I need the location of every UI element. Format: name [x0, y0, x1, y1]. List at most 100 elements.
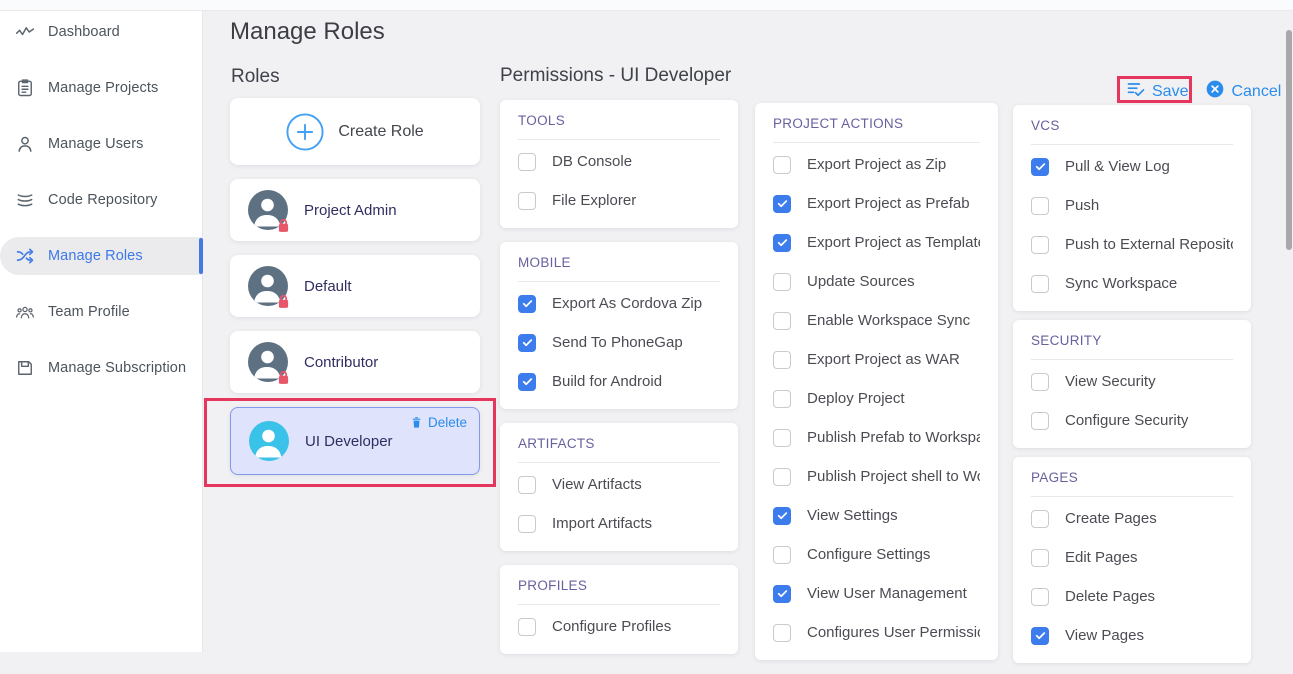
divider	[518, 139, 720, 140]
checked-checkbox[interactable]	[773, 507, 791, 525]
unchecked-checkbox[interactable]	[773, 624, 791, 642]
cancel-circle-icon	[1205, 79, 1225, 104]
permission-enable-workspace-sync[interactable]: Enable Workspace Sync	[773, 301, 980, 340]
checked-checkbox[interactable]	[518, 295, 536, 313]
unchecked-checkbox[interactable]	[1031, 549, 1049, 567]
unchecked-checkbox[interactable]	[518, 515, 536, 533]
clipboard-icon	[15, 78, 35, 98]
delete-role-label: Delete	[428, 415, 467, 430]
divider	[518, 604, 720, 605]
unchecked-checkbox[interactable]	[1031, 588, 1049, 606]
permission-view-settings[interactable]: View Settings	[773, 496, 980, 535]
permission-create-pages[interactable]: Create Pages	[1031, 499, 1233, 538]
permission-export-project-as-war[interactable]: Export Project as WAR	[773, 340, 980, 379]
sidebar-item-label: Manage Projects	[48, 80, 158, 96]
permission-configures-user-permissions[interactable]: Configures User Permissions	[773, 613, 980, 652]
permission-file-explorer[interactable]: File Explorer	[518, 181, 720, 220]
unchecked-checkbox[interactable]	[773, 351, 791, 369]
permission-sync-workspace[interactable]: Sync Workspace	[1031, 264, 1233, 303]
sidebar-item-manage-projects[interactable]: Manage Projects	[0, 69, 203, 107]
checked-checkbox[interactable]	[518, 373, 536, 391]
permission-group-security: SECURITY View Security Configure Securit…	[1013, 320, 1251, 448]
checked-checkbox[interactable]	[773, 585, 791, 603]
permission-edit-pages[interactable]: Edit Pages	[1031, 538, 1233, 577]
permission-send-to-phonegap[interactable]: Send To PhoneGap	[518, 323, 720, 362]
permission-update-sources[interactable]: Update Sources	[773, 262, 980, 301]
unchecked-checkbox[interactable]	[518, 476, 536, 494]
permissions-column-1: TOOLS DB Console File Explorer MOBILE Ex…	[500, 100, 738, 668]
role-card-ui-developer[interactable]: Delete UI Developer	[230, 407, 480, 475]
save-button[interactable]: Save	[1126, 79, 1188, 104]
unchecked-checkbox[interactable]	[773, 312, 791, 330]
sidebar-item-manage-roles[interactable]: Manage Roles	[0, 237, 203, 275]
permission-configure-settings[interactable]: Configure Settings	[773, 535, 980, 574]
permission-export-project-as-zip[interactable]: Export Project as Zip	[773, 145, 980, 184]
permission-push[interactable]: Push	[1031, 186, 1233, 225]
permission-push-to-external-repository[interactable]: Push to External Repository	[1031, 225, 1233, 264]
unchecked-checkbox[interactable]	[773, 468, 791, 486]
unchecked-checkbox[interactable]	[773, 546, 791, 564]
role-name: Default	[304, 278, 352, 295]
permission-deploy-project[interactable]: Deploy Project	[773, 379, 980, 418]
sidebar-item-code-repository[interactable]: Code Repository	[0, 181, 203, 219]
permission-pull-view-log[interactable]: Pull & View Log	[1031, 147, 1233, 186]
page-title: Manage Roles	[230, 18, 385, 46]
unchecked-checkbox[interactable]	[518, 153, 536, 171]
permission-export-project-as-prefab[interactable]: Export Project as Prefab	[773, 184, 980, 223]
shuffle-icon	[15, 246, 35, 266]
permission-publish-prefab-to-workspace[interactable]: Publish Prefab to Workspace	[773, 418, 980, 457]
lock-icon	[275, 217, 292, 234]
unchecked-checkbox[interactable]	[773, 156, 791, 174]
sidebar-item-label: Team Profile	[48, 304, 130, 320]
unchecked-checkbox[interactable]	[1031, 510, 1049, 528]
checked-checkbox[interactable]	[1031, 627, 1049, 645]
permission-export-as-cordova-zip[interactable]: Export As Cordova Zip	[518, 284, 720, 323]
permission-export-project-as-template[interactable]: Export Project as Template ...	[773, 223, 980, 262]
unchecked-checkbox[interactable]	[773, 273, 791, 291]
permission-label: Send To PhoneGap	[552, 334, 683, 351]
permission-configure-security[interactable]: Configure Security	[1031, 401, 1233, 440]
create-role-button[interactable]: Create Role	[230, 98, 480, 165]
unchecked-checkbox[interactable]	[1031, 197, 1049, 215]
role-card-project-admin[interactable]: Project Admin	[230, 179, 480, 241]
unchecked-checkbox[interactable]	[518, 192, 536, 210]
divider	[773, 142, 980, 143]
checked-checkbox[interactable]	[1031, 158, 1049, 176]
role-card-default[interactable]: Default	[230, 255, 480, 317]
team-icon	[15, 302, 35, 322]
unchecked-checkbox[interactable]	[773, 390, 791, 408]
unchecked-checkbox[interactable]	[1031, 373, 1049, 391]
checked-checkbox[interactable]	[773, 195, 791, 213]
person-icon	[249, 421, 289, 461]
permission-publish-project-shell-to-wor[interactable]: Publish Project shell to Wor...	[773, 457, 980, 496]
permission-build-for-android[interactable]: Build for Android	[518, 362, 720, 401]
sidebar-item-manage-users[interactable]: Manage Users	[0, 125, 203, 163]
unchecked-checkbox[interactable]	[773, 429, 791, 447]
checked-checkbox[interactable]	[518, 334, 536, 352]
sidebar-item-manage-subscription[interactable]: Manage Subscription	[0, 349, 203, 387]
vertical-scrollbar-thumb[interactable]	[1286, 30, 1292, 250]
divider	[1031, 144, 1233, 145]
permission-import-artifacts[interactable]: Import Artifacts	[518, 504, 720, 543]
permission-db-console[interactable]: DB Console	[518, 142, 720, 181]
permission-view-pages[interactable]: View Pages	[1031, 616, 1233, 655]
unchecked-checkbox[interactable]	[1031, 412, 1049, 430]
permission-view-security[interactable]: View Security	[1031, 362, 1233, 401]
unchecked-checkbox[interactable]	[518, 618, 536, 636]
permission-group-title: PAGES	[1031, 470, 1233, 485]
sidebar-item-dashboard[interactable]: Dashboard	[0, 13, 203, 51]
permission-view-artifacts[interactable]: View Artifacts	[518, 465, 720, 504]
sidebar-item-team-profile[interactable]: Team Profile	[0, 293, 203, 331]
permission-delete-pages[interactable]: Delete Pages	[1031, 577, 1233, 616]
delete-role-button[interactable]: Delete	[410, 415, 467, 430]
cancel-button[interactable]: Cancel	[1205, 79, 1281, 104]
unchecked-checkbox[interactable]	[1031, 236, 1049, 254]
checked-checkbox[interactable]	[773, 234, 791, 252]
permission-group-vcs: VCS Pull & View Log Push Push to Externa…	[1013, 105, 1251, 311]
permission-configure-profiles[interactable]: Configure Profiles	[518, 607, 720, 646]
role-card-contributor[interactable]: Contributor	[230, 331, 480, 393]
cancel-button-label: Cancel	[1231, 83, 1281, 101]
divider	[518, 281, 720, 282]
permission-view-user-management[interactable]: View User Management	[773, 574, 980, 613]
unchecked-checkbox[interactable]	[1031, 275, 1049, 293]
